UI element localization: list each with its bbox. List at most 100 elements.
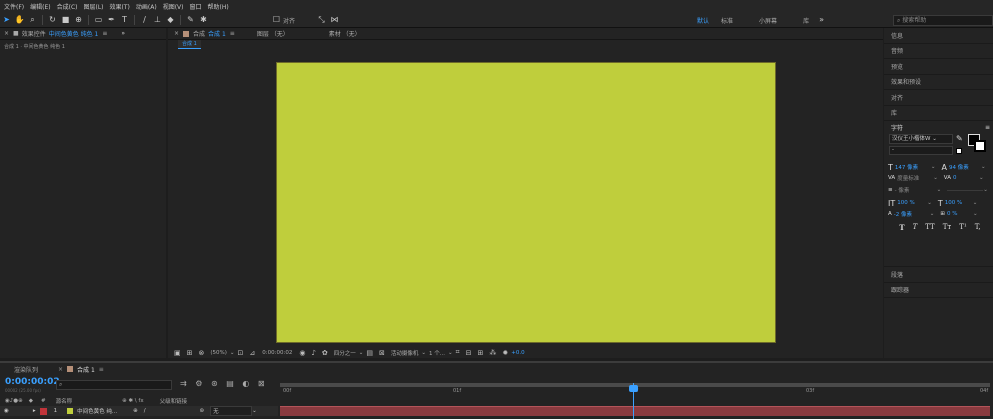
chevron-down-icon[interactable]: ⌄ (931, 164, 936, 170)
paragraph-panel-header[interactable]: 段落 (884, 267, 993, 283)
frame-blending-icon[interactable]: ▤ (226, 379, 234, 388)
menu-file[interactable]: 文件(F) (4, 2, 24, 11)
faux-bold-button[interactable]: T (899, 223, 904, 232)
menu-effect[interactable]: 效果(T) (110, 2, 130, 11)
chevron-down-icon[interactable]: ⌄ (230, 350, 235, 356)
close-icon[interactable]: × (4, 30, 9, 37)
flowchart-icon[interactable]: ⁂ (489, 349, 496, 357)
selection-tool-icon[interactable]: ➤ (2, 15, 12, 25)
panel-menu-icon[interactable]: ≡ (230, 30, 235, 37)
chevron-down-icon[interactable]: ⌄ (973, 200, 978, 206)
align-checkbox[interactable]: ☐ (272, 15, 282, 25)
eye-icon[interactable]: ◉ (4, 408, 9, 414)
shy-layers-icon[interactable]: ⊛ (211, 379, 218, 388)
small-caps-button[interactable]: Tт (943, 223, 952, 231)
tracker-panel-header[interactable]: 跟踪器 (884, 283, 993, 298)
snap-options-icon[interactable]: ⋈ (330, 15, 340, 25)
brush-tool-icon[interactable]: ∕ (140, 15, 150, 25)
graph-editor-icon[interactable]: ⊠ (258, 379, 265, 388)
toggle-pixel-icon[interactable]: ⌗ (456, 348, 460, 357)
panel-menu-icon[interactable]: ≡ (985, 124, 990, 131)
snap-icon[interactable]: ⤡ (317, 15, 327, 25)
zoom-dropdown[interactable]: (50%) (210, 350, 227, 356)
chevron-down-icon[interactable]: ⌄ (448, 350, 453, 356)
panel-menu-icon[interactable]: ≡ (102, 30, 107, 37)
motion-blur-icon[interactable]: ◐ (242, 379, 249, 388)
always-preview-icon[interactable]: ▣ (174, 349, 181, 357)
lock-icon[interactable]: ■ (13, 30, 19, 37)
menu-help[interactable]: 帮助(H) (208, 2, 229, 11)
region-icon[interactable]: ⊿ (249, 349, 255, 357)
roi-icon[interactable]: ▤ (366, 349, 373, 357)
transparency-grid-icon[interactable]: ⊠ (379, 349, 385, 357)
subscript-button[interactable]: T, (975, 223, 981, 231)
close-icon[interactable]: × (174, 30, 179, 37)
eyedropper-icon[interactable]: ✎ (956, 134, 963, 143)
menu-layer[interactable]: 图层(L) (84, 2, 104, 11)
align-panel-header[interactable]: 对齐 (884, 90, 993, 106)
all-caps-button[interactable]: TT (925, 223, 934, 231)
hand-tool-icon[interactable]: ✋ (15, 15, 25, 25)
vertical-scale-value[interactable]: 100 % (897, 200, 927, 206)
close-icon[interactable]: × (58, 366, 63, 373)
parent-dropdown[interactable]: 无 (210, 406, 253, 416)
timecode-display[interactable]: 0:00:00:02 (5, 377, 60, 387)
source-name-column-header[interactable]: 源名称 (56, 397, 73, 405)
effects-presets-panel-header[interactable]: 效果和预设 (884, 75, 993, 90)
chevron-down-icon[interactable]: ⌄ (421, 350, 426, 356)
pan-behind-tool-icon[interactable]: ⊕ (74, 15, 84, 25)
chevron-down-icon[interactable]: ⌄ (981, 164, 986, 170)
render-icon[interactable]: ⊟ (466, 349, 472, 357)
composition-canvas[interactable] (276, 62, 776, 343)
workspace-menu-icon[interactable]: » (817, 15, 827, 25)
playhead-handle-icon[interactable] (629, 385, 638, 392)
parent-column-header[interactable]: 父级和链接 (160, 397, 188, 405)
effect-controls-tab[interactable]: × ■ 效果控件 中间色黄色 纯色 1 ≡ » (0, 28, 166, 40)
color-channel-icon[interactable]: ✿ (322, 349, 328, 357)
font-size-value[interactable]: 147 像素 (895, 163, 931, 171)
library-panel-header[interactable]: 库 (884, 106, 993, 121)
leading-value[interactable]: 94 像素 (949, 163, 981, 171)
chevron-down-icon[interactable]: ⌄ (252, 408, 257, 414)
eraser-tool-icon[interactable]: ◆ (166, 15, 176, 25)
tab-footage[interactable]: 素材 （无） (329, 29, 361, 38)
mask-view-icon[interactable]: ⊗ (199, 349, 205, 357)
tab-composition-name[interactable]: 合成 1 (208, 29, 226, 38)
shy-switch-icon[interactable]: ⊕ (133, 408, 138, 414)
exposure-value[interactable]: +0.0 (511, 350, 524, 356)
superscript-button[interactable]: T¹ (959, 223, 966, 231)
comp-mini-flowchart-icon[interactable]: ⇉ (180, 379, 187, 388)
stroke-style-dropdown[interactable] (947, 189, 984, 191)
chevron-down-icon[interactable]: ⌄ (933, 175, 938, 181)
tsume-value[interactable]: 0 % (947, 211, 973, 217)
tab-layer[interactable]: 图层 （无） (257, 29, 289, 38)
roto-brush-tool-icon[interactable]: ✎ (186, 15, 196, 25)
chevron-down-icon[interactable]: ⌄ (927, 200, 932, 206)
layer-search-input[interactable]: ⌕ (56, 380, 172, 390)
workspace-default[interactable]: 默认 (697, 16, 709, 25)
faux-italic-button[interactable]: T (913, 223, 918, 231)
rotate-tool-icon[interactable]: ↻ (48, 15, 58, 25)
type-tool-icon[interactable]: T (120, 15, 130, 25)
stroke-color-swatch[interactable] (974, 140, 986, 152)
puppet-tool-icon[interactable]: ✱ (199, 15, 209, 25)
layer-duration-bar[interactable] (280, 406, 990, 416)
menu-view[interactable]: 视图(V) (163, 2, 184, 11)
current-timecode[interactable]: 0:00:00:02 (262, 350, 292, 356)
tab-render-queue[interactable]: 渲染队列 (14, 365, 38, 374)
zoom-tool-icon[interactable]: ⌕ (28, 15, 38, 25)
search-help-input[interactable]: ⌕ 搜索帮助 (893, 15, 993, 26)
stroke-width-value[interactable]: - 像素 (895, 186, 937, 194)
grid-icon[interactable]: ⊡ (238, 349, 244, 357)
tab-composition-label[interactable]: 合成 (193, 29, 205, 38)
chevron-down-icon[interactable]: ⌄ (979, 175, 984, 181)
parent-pickwhip-icon[interactable]: ⊚ (200, 408, 205, 414)
chevron-down-icon[interactable]: ⌄ (937, 187, 942, 193)
kerning-value[interactable]: 度量标准 (897, 174, 933, 182)
views-dropdown[interactable]: 1 个... (429, 349, 445, 357)
font-family-dropdown[interactable]: 汉仪王小楷体W ⌄ (889, 134, 953, 144)
timeline-icon[interactable]: ⊞ (477, 349, 483, 357)
exposure-icon[interactable]: ✹ (502, 349, 508, 357)
chevron-down-icon[interactable]: ⌄ (359, 350, 364, 356)
vr-icon[interactable]: ⊞ (187, 349, 193, 357)
